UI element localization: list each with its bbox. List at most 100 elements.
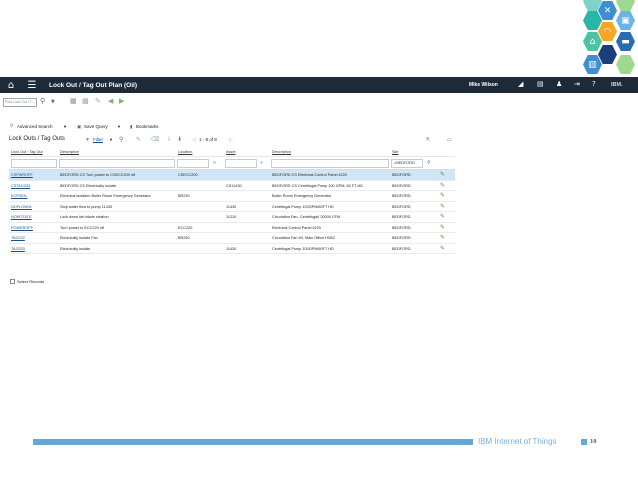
table-row[interactable]: NOFLOW01 Stop water flow to pump 11430 114… xyxy=(9,202,455,212)
profile-icon[interactable]: ♟ xyxy=(556,80,562,88)
workcenter-icon[interactable]: ▤ xyxy=(537,80,544,88)
download-icon[interactable]: ⇩ xyxy=(167,136,172,143)
list-toolbar: ⚲ Advanced Search ▼ ▣ Save Query ▼ ▮ Boo… xyxy=(0,124,638,133)
filter-input[interactable] xyxy=(177,159,209,168)
table-row[interactable]: CSPWROFF BEDFORD CS Turn power to CSECC20… xyxy=(9,170,455,181)
clear-icon[interactable]: ⌫ xyxy=(151,136,159,143)
next-icon[interactable]: ▶ xyxy=(119,97,124,105)
lockout-description: Electrical isolation Boiler Room Emergen… xyxy=(60,194,151,198)
save-icon[interactable]: ▩ xyxy=(82,97,89,105)
hexagon xyxy=(616,0,635,11)
lockout-id-link[interactable]: CSPWROFF xyxy=(11,173,33,177)
search-icon[interactable]: ⚲ xyxy=(427,160,431,166)
select-records-checkbox[interactable] xyxy=(10,279,15,284)
logout-icon[interactable]: ⇥ xyxy=(574,80,580,88)
lockout-description: Electrically isolate xyxy=(60,246,91,251)
find-input[interactable]: Find Lock Out / T... xyxy=(3,98,37,107)
menu-icon[interactable]: ☰ xyxy=(25,80,39,91)
search-icon[interactable]: ⚲ xyxy=(40,97,45,105)
filter-input[interactable] xyxy=(271,159,389,168)
lockout-id-link[interactable]: POWEROFF xyxy=(11,226,33,230)
table-row[interactable]: TAG333 Electrically isolate 11430 Centrifug… xyxy=(9,244,455,254)
bookmarks-button[interactable]: Bookmarks xyxy=(136,124,159,129)
location-cell: BR250 xyxy=(178,236,190,240)
filter-input[interactable] xyxy=(11,159,57,168)
search-icon: ⚲ xyxy=(10,124,14,129)
bookmark-icon: ▮ xyxy=(130,124,133,129)
route-workflow-icon[interactable]: ✎ xyxy=(440,182,445,189)
announcement-icon[interactable]: ◢ xyxy=(518,80,523,88)
column-header[interactable]: Description xyxy=(272,150,291,154)
lockout-id-link[interactable]: NOFLOW01 xyxy=(11,205,32,209)
save-icon: ▣ xyxy=(77,124,82,129)
edit-icon[interactable]: ✎ xyxy=(95,97,101,105)
table-row[interactable]: CSTAG333 BEDFORD CS Electrically isolate C… xyxy=(9,181,455,191)
chevron-down-icon[interactable]: ▼ xyxy=(51,99,55,105)
save-query-button[interactable]: Save Query xyxy=(84,124,108,129)
new-record-icon[interactable]: ▦ xyxy=(70,97,77,105)
filter-icon[interactable]: ▼ xyxy=(85,137,90,143)
lockout-id-link[interactable]: NOROTATE xyxy=(11,215,32,219)
filter-input[interactable] xyxy=(225,159,257,168)
select-records[interactable]: Select Records xyxy=(10,279,44,284)
route-workflow-icon[interactable]: ✎ xyxy=(440,203,445,210)
route-workflow-icon[interactable]: ✎ xyxy=(440,245,445,252)
table-row[interactable]: TAG222 Electrically isolate Fan BR250 Circu… xyxy=(9,233,455,244)
lockout-description: Stop water flow to pump 11430 xyxy=(60,204,113,209)
wifi-icon: ◠ xyxy=(598,22,617,41)
lockout-id-link[interactable]: TAG222 xyxy=(11,236,25,240)
ibm-logo: IBM. xyxy=(611,82,623,88)
lockout-id-link[interactable]: CSTAG333 xyxy=(11,184,30,188)
asset-description: Centrifugal Pump 100GPM/60FT HD xyxy=(272,246,334,251)
previous-page-icon[interactable]: ◁ xyxy=(192,137,196,143)
edit-icon[interactable]: ✎ xyxy=(136,136,141,143)
help-icon[interactable]: ? xyxy=(592,80,596,88)
asset-cell: CS11430 xyxy=(226,183,242,188)
column-header[interactable]: Description xyxy=(60,150,79,154)
asset-cell: 11430 xyxy=(226,246,237,251)
route-workflow-icon[interactable]: ✎ xyxy=(440,234,445,241)
next-page-icon[interactable]: ▷ xyxy=(229,137,233,143)
asset-cell: 11430 xyxy=(226,204,237,209)
table-row[interactable]: ECPISOL Electrical isolation Boiler Room … xyxy=(9,191,455,202)
route-workflow-icon[interactable]: ✎ xyxy=(440,192,445,199)
column-header[interactable]: Asset xyxy=(226,150,236,154)
lockout-description: Turn power to ECC220 off xyxy=(60,225,104,230)
site-filter-input[interactable]: =BEDFORD xyxy=(391,159,423,168)
column-header[interactable]: Lock Out / Tag Out xyxy=(11,150,43,154)
table-header: Lock Out / Tag Out Description Location … xyxy=(9,147,455,157)
filter-expand-icon[interactable]: » xyxy=(213,160,216,166)
route-workflow-icon[interactable]: ✎ xyxy=(440,171,445,178)
route-workflow-icon[interactable]: ✎ xyxy=(440,213,445,220)
user-name[interactable]: Mike Wilson xyxy=(469,82,498,88)
table-row[interactable]: POWEROFF Turn power to ECC220 off ECC220 El… xyxy=(9,223,455,233)
column-header[interactable]: Location xyxy=(178,150,192,154)
house-icon: ⌂ xyxy=(583,32,602,51)
filter-input[interactable] xyxy=(59,159,175,168)
chevron-down-icon[interactable]: ▼ xyxy=(63,124,67,129)
asset-description: BEDFORD CS Centrifugal Pump 100 GPM, 60 … xyxy=(272,183,363,188)
route-workflow-icon[interactable]: ✎ xyxy=(440,224,445,231)
table-row[interactable]: NOROTATE Lock down fan blade rotation 1121… xyxy=(9,212,455,223)
home-icon[interactable]: ⌂ xyxy=(3,80,19,91)
minimize-icon[interactable]: ▭ xyxy=(447,137,452,143)
settings-icon[interactable]: ⇱ xyxy=(426,137,430,143)
arrow-down-icon[interactable]: ⬇ xyxy=(177,136,182,143)
site-cell: BEDFORD xyxy=(392,183,411,188)
chevron-down-icon[interactable]: ▼ xyxy=(109,137,113,142)
find-icon[interactable]: ⚲ xyxy=(119,136,123,143)
site-cell: BEDFORD xyxy=(392,236,411,240)
lockout-description: BEDFORD CS Electrically isolate xyxy=(60,183,117,188)
filter-expand-icon[interactable]: » xyxy=(260,160,263,166)
column-header[interactable]: Site xyxy=(392,150,399,154)
chevron-down-icon[interactable]: ▼ xyxy=(117,124,121,129)
lockout-id-link[interactable]: ECPISOL xyxy=(11,194,27,198)
section-title: Lock Outs / Tag Outs xyxy=(9,136,65,142)
advanced-search-button[interactable]: Advanced Search xyxy=(17,124,53,129)
hexagon xyxy=(616,55,635,74)
previous-icon[interactable]: ◀ xyxy=(108,97,113,105)
filter-link[interactable]: Filter xyxy=(93,137,103,142)
lockout-id-link[interactable]: TAG333 xyxy=(11,247,25,251)
close-icon: ✕ xyxy=(598,1,617,20)
asset-description: Centrifugal Pump 100GPM/60FT HD xyxy=(272,204,334,209)
